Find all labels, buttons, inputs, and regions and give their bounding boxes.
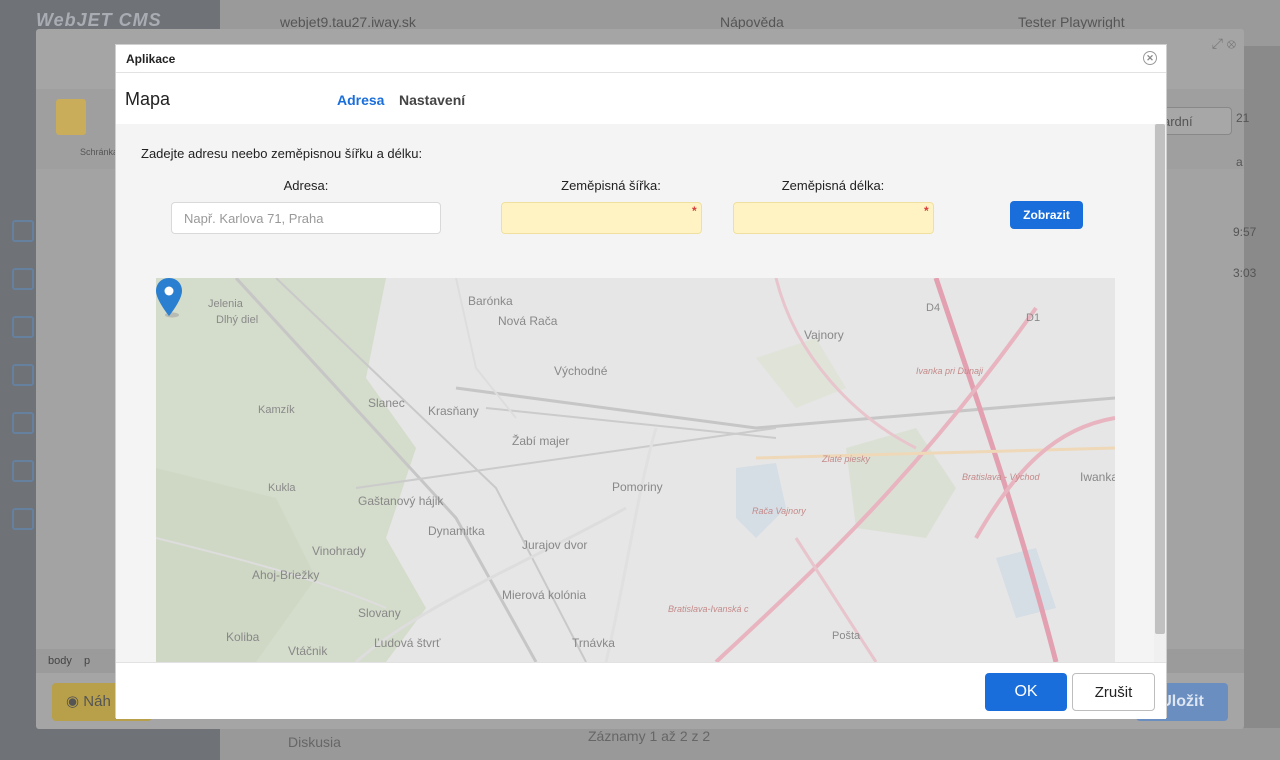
map-label: D1 <box>1026 312 1041 324</box>
duplicate-icon[interactable] <box>12 412 34 434</box>
hash-icon[interactable] <box>12 460 34 482</box>
paste-icon[interactable] <box>56 99 86 135</box>
right-text-3: 3:03 <box>1233 266 1257 280</box>
map-label: Bratislava-Ivanská c <box>668 604 749 614</box>
address-label: Adresa: <box>283 178 329 193</box>
database-icon[interactable] <box>12 508 34 530</box>
domain-label[interactable]: webjet9.tau27.iway.sk <box>280 14 416 30</box>
map-label: Barónka <box>468 294 513 308</box>
map-pin-icon[interactable] <box>156 278 182 318</box>
copy-icon[interactable] <box>12 268 34 290</box>
map-label: Rača Vajnory <box>752 506 806 516</box>
dialog-scrollbar[interactable] <box>1154 124 1166 662</box>
cms-bottom-bar: Diskusia Záznamy 1 až 2 z 2 <box>220 728 1280 760</box>
ok-button[interactable]: OK <box>985 673 1067 711</box>
map-label: Jurajov dvor <box>522 538 588 552</box>
show-button[interactable]: Zobrazit <box>1010 201 1083 229</box>
eye-icon: ◉ <box>66 693 84 710</box>
folder-item[interactable]: Diskusia <box>288 734 341 750</box>
status-tag-p[interactable]: p <box>84 655 90 667</box>
editor-window-buttons[interactable]: ⤢ ⊗ <box>1212 35 1236 52</box>
map-label: Kukla <box>268 482 296 494</box>
dialog-content: Zadejte adresu neebo zeměpisnou šířku a … <box>116 124 1154 662</box>
map-label: Žabí majer <box>512 434 570 448</box>
sidebar-icons <box>12 220 34 556</box>
map-label: D4 <box>926 302 941 314</box>
application-dialog: Aplikace ✕ Mapa Adresa Nastavení Zadejte… <box>115 44 1167 719</box>
map-label: Trnávka <box>572 636 615 650</box>
map-label: Pomoriny <box>612 480 663 494</box>
map-label: Kamzík <box>258 404 295 416</box>
right-text-1: a <box>1236 155 1243 169</box>
address-input[interactable] <box>171 202 441 234</box>
longitude-label: Zeměpisná délka: <box>781 178 885 193</box>
latitude-input[interactable] <box>501 202 702 234</box>
latitude-label: Zeměpisná šířka: <box>561 178 661 193</box>
scrollbar-thumb[interactable] <box>1155 124 1165 634</box>
user-menu[interactable]: Tester Playwright <box>1018 14 1125 30</box>
map-label: Slanec <box>368 396 405 410</box>
map-label: Ivanka pri Dunaji <box>916 366 984 376</box>
status-tag-body[interactable]: body <box>48 655 72 667</box>
map-tiles <box>156 278 1115 662</box>
tab-nastaveni[interactable]: Nastavení <box>399 92 465 108</box>
plugin-name: Mapa <box>125 89 171 109</box>
records-info: Záznamy 1 až 2 z 2 <box>588 728 711 744</box>
map-label: Krasňany <box>428 404 479 418</box>
map-label: Bratislava - Východ <box>962 472 1040 482</box>
map-label: Vajnory <box>804 328 844 342</box>
dialog-footer: OK Zrušit <box>116 662 1166 719</box>
map-label: Mierová kolónia <box>502 588 587 602</box>
map-view[interactable]: Barónka Nová Rača Vajnory Východné Slane… <box>156 278 1115 662</box>
map-label: Pošta <box>832 630 861 642</box>
map-label: Východné <box>554 364 608 378</box>
map-label: Dynamitka <box>428 524 485 538</box>
document-icon[interactable] <box>12 316 34 338</box>
dialog-title: Aplikace <box>126 52 176 66</box>
map-label: Ľudová štvrť <box>374 636 441 650</box>
right-text-2: 9:57 <box>1233 225 1257 239</box>
external-link-icon[interactable] <box>12 364 34 386</box>
help-link[interactable]: Nápověda <box>720 14 784 30</box>
paste-label: Schránka <box>80 147 119 157</box>
close-icon[interactable]: ✕ <box>1143 51 1157 65</box>
required-asterisk: * <box>692 204 697 218</box>
map-label: Dlhý diel <box>216 314 259 326</box>
dialog-header: Mapa Adresa Nastavení <box>116 74 1166 124</box>
map-label: Ahoj-Briežky <box>252 568 320 582</box>
map-label: Zlaté piesky <box>822 454 871 464</box>
map-label: Slovany <box>358 606 401 620</box>
longitude-input[interactable] <box>733 202 934 234</box>
map-label: Gaštanový hájik <box>358 494 444 508</box>
map-label: Koliba <box>226 630 260 644</box>
map-label: Nová Rača <box>498 314 558 328</box>
cancel-button[interactable]: Zrušit <box>1072 673 1155 711</box>
instruction-text: Zadejte adresu neebo zeměpisnou šířku a … <box>141 146 423 161</box>
map-label: Jelenia <box>208 298 243 310</box>
map-label: Vinohrady <box>312 544 366 558</box>
preview-label: Náh <box>83 693 111 710</box>
template-select[interactable]: ardní <box>1156 107 1232 135</box>
page-number[interactable]: 21 <box>1236 111 1249 125</box>
dialog-titlebar: Aplikace ✕ <box>116 45 1166 73</box>
tab-adresa[interactable]: Adresa <box>337 92 384 108</box>
map-label: Iwanka <box>1080 470 1115 484</box>
map-label: Vtáčnik <box>288 644 328 658</box>
required-asterisk: * <box>924 204 929 218</box>
pages-icon[interactable] <box>12 220 34 242</box>
cms-logo: WebJET CMS <box>36 10 162 30</box>
